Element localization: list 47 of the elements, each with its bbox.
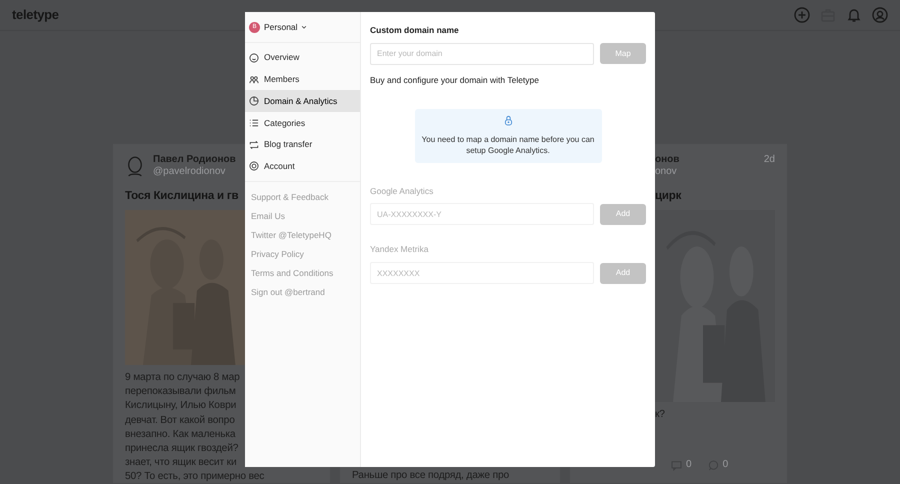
field-label: Google Analytics [370, 184, 434, 198]
post-text: к? [655, 408, 666, 422]
post-text: Кислицыну, Илью Коври [125, 399, 238, 414]
input-field[interactable]: Enter your domain [370, 42, 594, 65]
post-text: Раньше про все подряд, даже про [352, 468, 510, 483]
post-text: принесла ящик гвоздей? [125, 442, 240, 456]
post-text: девчат. Вот какой вопро [125, 414, 236, 428]
smiley-icon [249, 52, 259, 63]
post-text: 9 марта по случаю 8 мар [125, 371, 241, 385]
people-icon [249, 74, 259, 85]
account-switcher[interactable]: Personal [264, 20, 307, 34]
post-text: внезапно. Как маленька [125, 428, 236, 442]
footer-link[interactable]: Terms and Conditions [245, 264, 340, 284]
notice-text: You need to map a domain name before you can setup Google Analytics. [420, 134, 596, 156]
field-label: Custom domain name [370, 24, 460, 37]
hint-text: Buy and configure your domain with Teletype [370, 74, 540, 86]
chart-circle-icon [249, 96, 259, 106]
nav-item[interactable]: Account [245, 155, 360, 178]
nav-item[interactable]: Blog transfer [245, 134, 360, 156]
post-text: 50? То есть, это примерно вес [125, 470, 266, 483]
bell-icon[interactable] [846, 7, 862, 23]
avatar-icon [125, 154, 145, 178]
footer-link[interactable]: Sign out @bertrand [245, 283, 331, 302]
nav-item[interactable]: Domain & Analytics [245, 90, 360, 112]
caret-icon [300, 24, 307, 30]
field-label: Yandex Metrika [370, 243, 430, 256]
post-title[interactable]: цирк [655, 188, 775, 204]
list-icon [249, 118, 259, 128]
profile-icon[interactable] [872, 7, 888, 23]
counter: 0 [722, 459, 728, 471]
add-icon[interactable] [794, 7, 810, 23]
counter: 0 [686, 459, 692, 471]
logo[interactable]: teletype [12, 5, 59, 25]
nav-item[interactable]: Overview [245, 47, 360, 69]
transfer-icon [249, 140, 259, 150]
footer-link[interactable]: Support & Feedback [245, 188, 334, 208]
footer-link[interactable]: Twitter @TeletypeHQ [245, 226, 338, 246]
post-text: перепоказывали фильм [125, 385, 237, 400]
post-text: знает, что ящик весит ки [125, 456, 238, 470]
footer-link[interactable]: Email Us [245, 207, 292, 226]
nav-item[interactable]: Categories [245, 112, 360, 134]
lock-icon [502, 114, 514, 126]
author-handle[interactable]: onov [655, 166, 756, 178]
author-name[interactable]: онов [655, 154, 756, 166]
post-time: 2d [764, 154, 775, 166]
footer-link[interactable]: Privacy Policy [245, 245, 310, 264]
nav-item[interactable]: Members [245, 68, 360, 90]
